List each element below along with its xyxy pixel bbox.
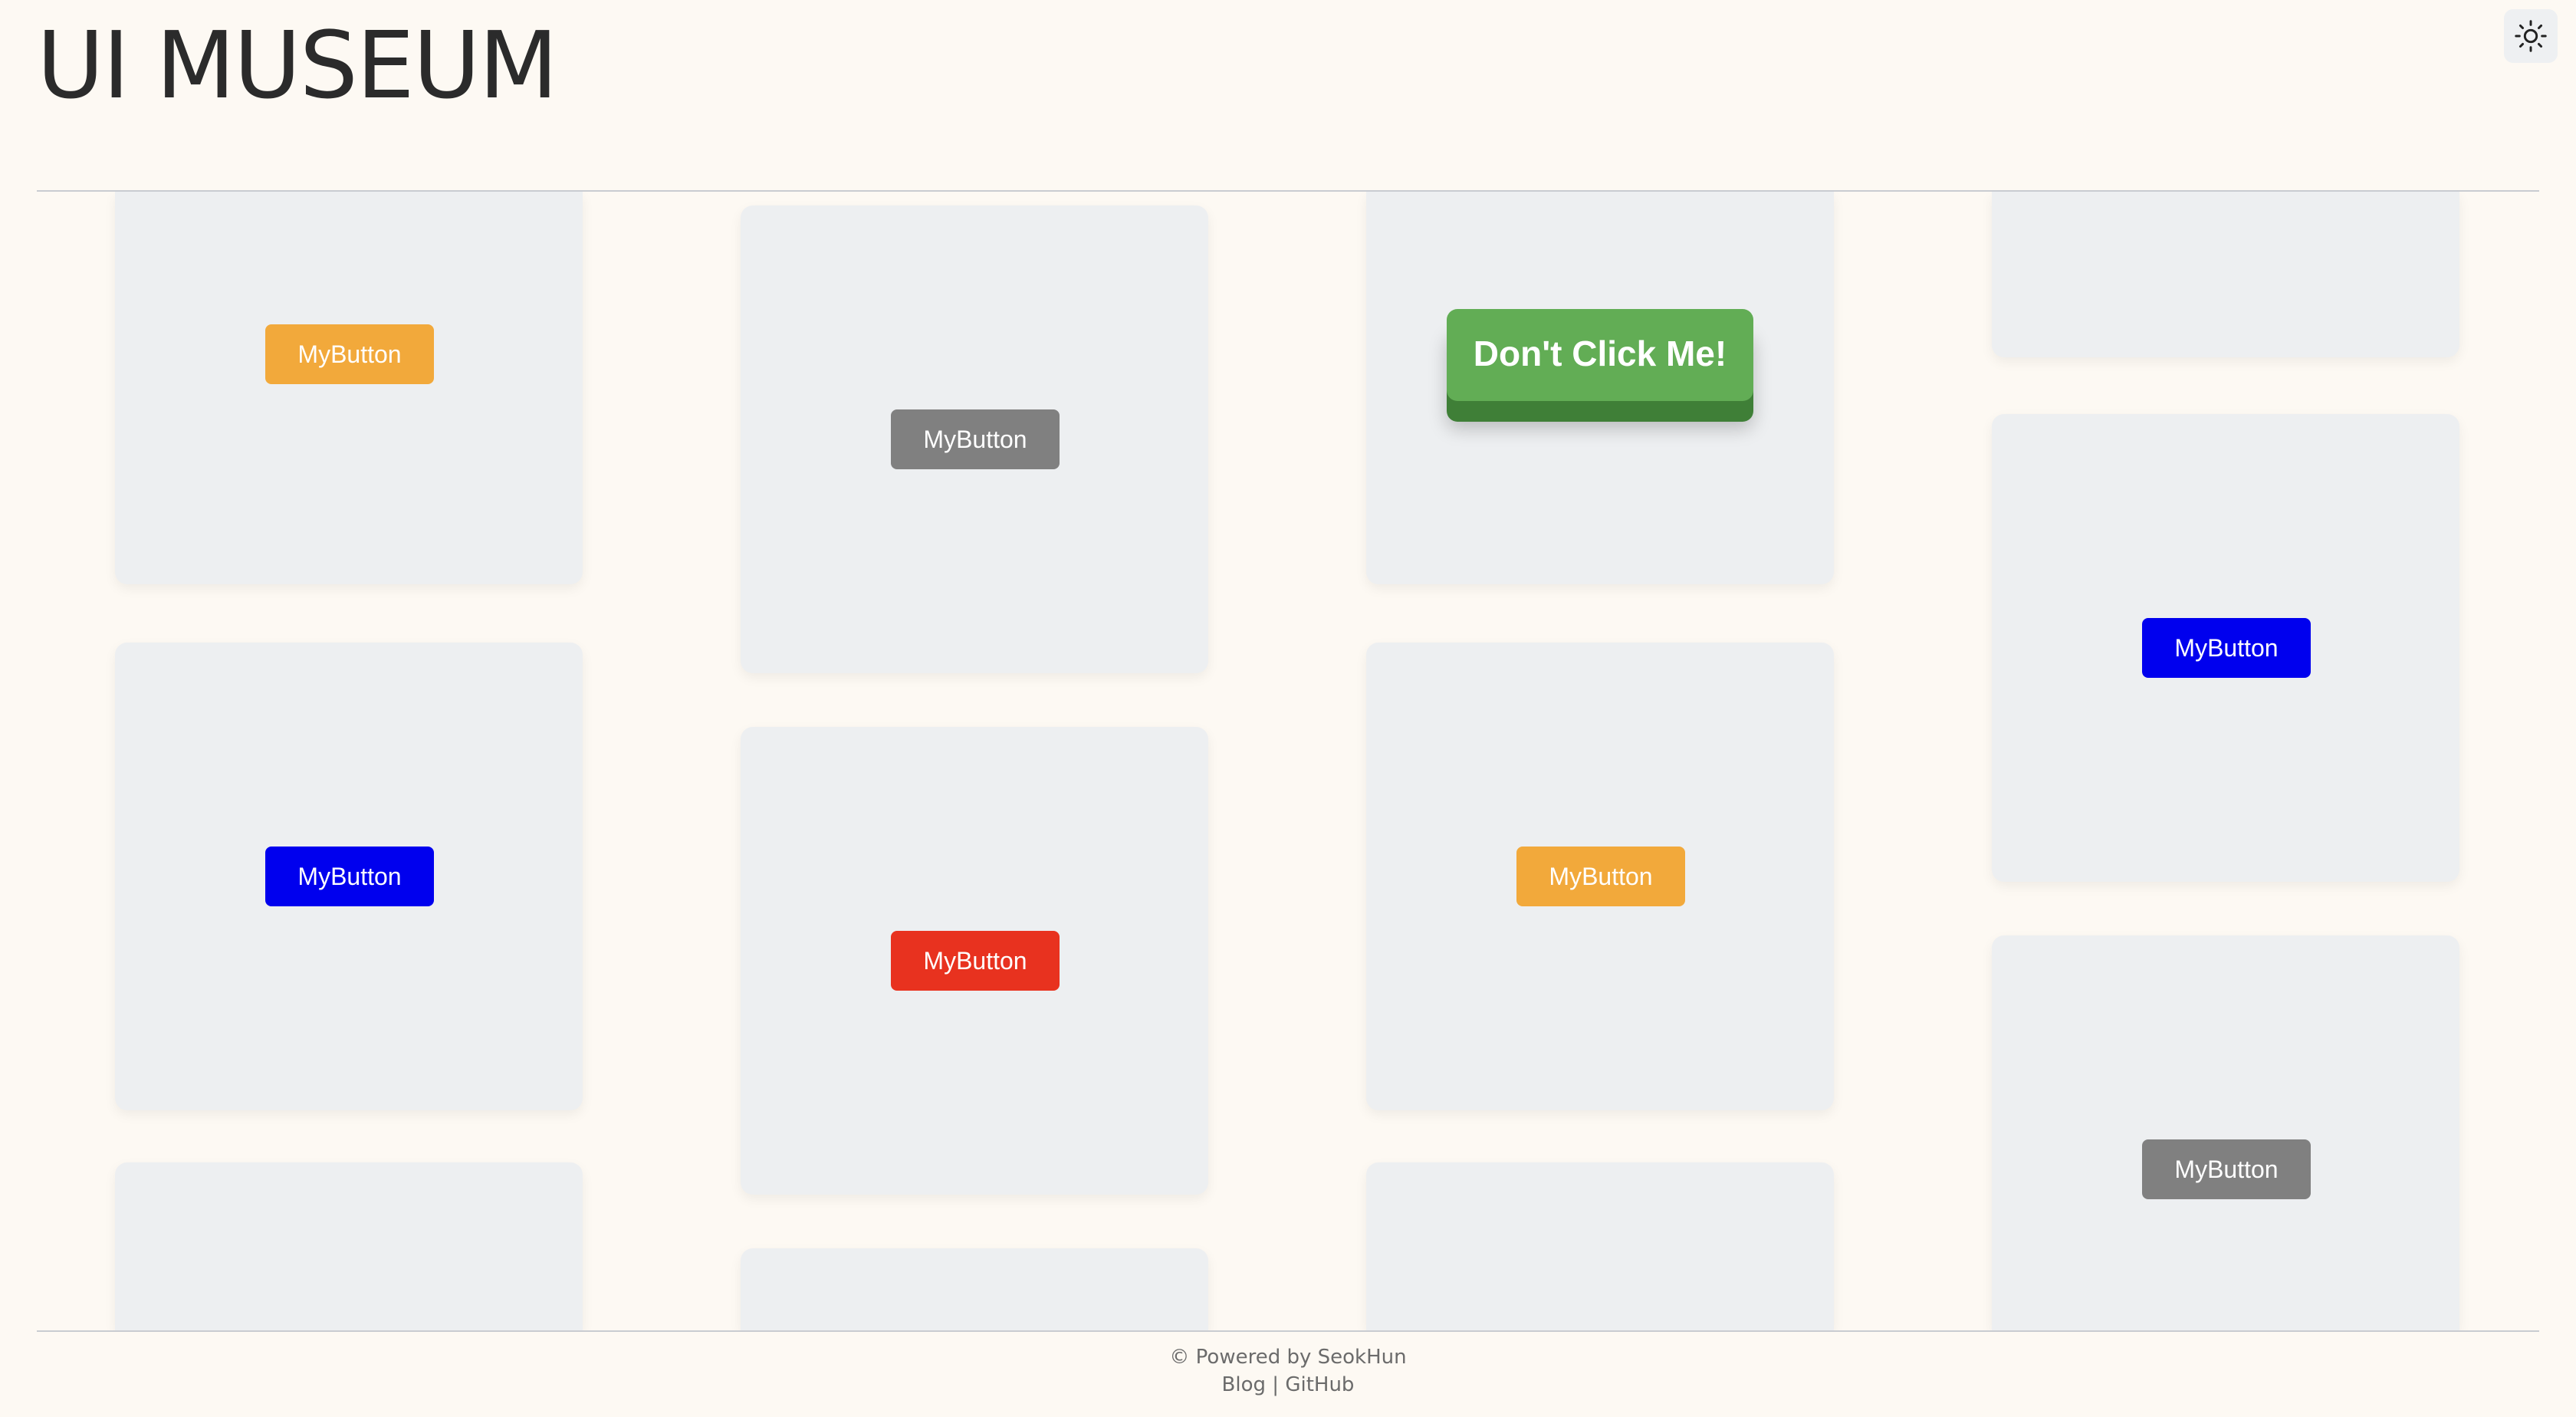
gallery-card — [741, 1248, 1208, 1330]
gallery-card: MyButton — [1366, 643, 1834, 1110]
sun-icon — [2515, 20, 2547, 52]
github-link[interactable]: GitHub — [1285, 1373, 1354, 1396]
gallery-card: MyButton — [741, 727, 1208, 1195]
dont-click-me-button[interactable]: Don't Click Me! — [1447, 309, 1753, 401]
gallery-card: MyButton — [115, 643, 583, 1110]
copyright-text: © Powered by SeokHun — [1169, 1346, 1407, 1369]
blue-mybutton[interactable]: MyButton — [2142, 618, 2311, 678]
button-gallery: MyButton MyButton MyButton MyButton Don'… — [0, 192, 2576, 1330]
gallery-card — [1366, 1162, 1834, 1330]
gallery-card: MyButton — [115, 192, 583, 584]
gray-mybutton[interactable]: MyButton — [2142, 1139, 2311, 1199]
blog-link[interactable]: Blog — [1222, 1373, 1266, 1396]
gray-mybutton[interactable]: MyButton — [891, 409, 1060, 469]
blue-mybutton[interactable]: MyButton — [265, 847, 434, 906]
orange-mybutton[interactable]: MyButton — [265, 324, 434, 384]
gallery-card — [1992, 192, 2459, 357]
theme-toggle-button[interactable] — [2504, 9, 2558, 63]
orange-mybutton[interactable]: MyButton — [1516, 847, 1685, 906]
red-mybutton[interactable]: MyButton — [891, 931, 1060, 991]
footer: © Powered by SeokHun Blog | GitHub — [0, 1343, 2576, 1399]
gallery-card: MyButton — [1992, 935, 2459, 1330]
gallery-card: MyButton — [1992, 414, 2459, 882]
footer-links: Blog | GitHub — [0, 1371, 2576, 1399]
gallery-card: Don't Click Me! — [1366, 192, 1834, 584]
footer-divider — [37, 1330, 2539, 1332]
gallery-card: MyButton — [741, 205, 1208, 673]
gallery-card — [115, 1162, 583, 1330]
link-separator: | — [1272, 1373, 1280, 1396]
page-title: UI MUSEUM — [37, 13, 558, 120]
